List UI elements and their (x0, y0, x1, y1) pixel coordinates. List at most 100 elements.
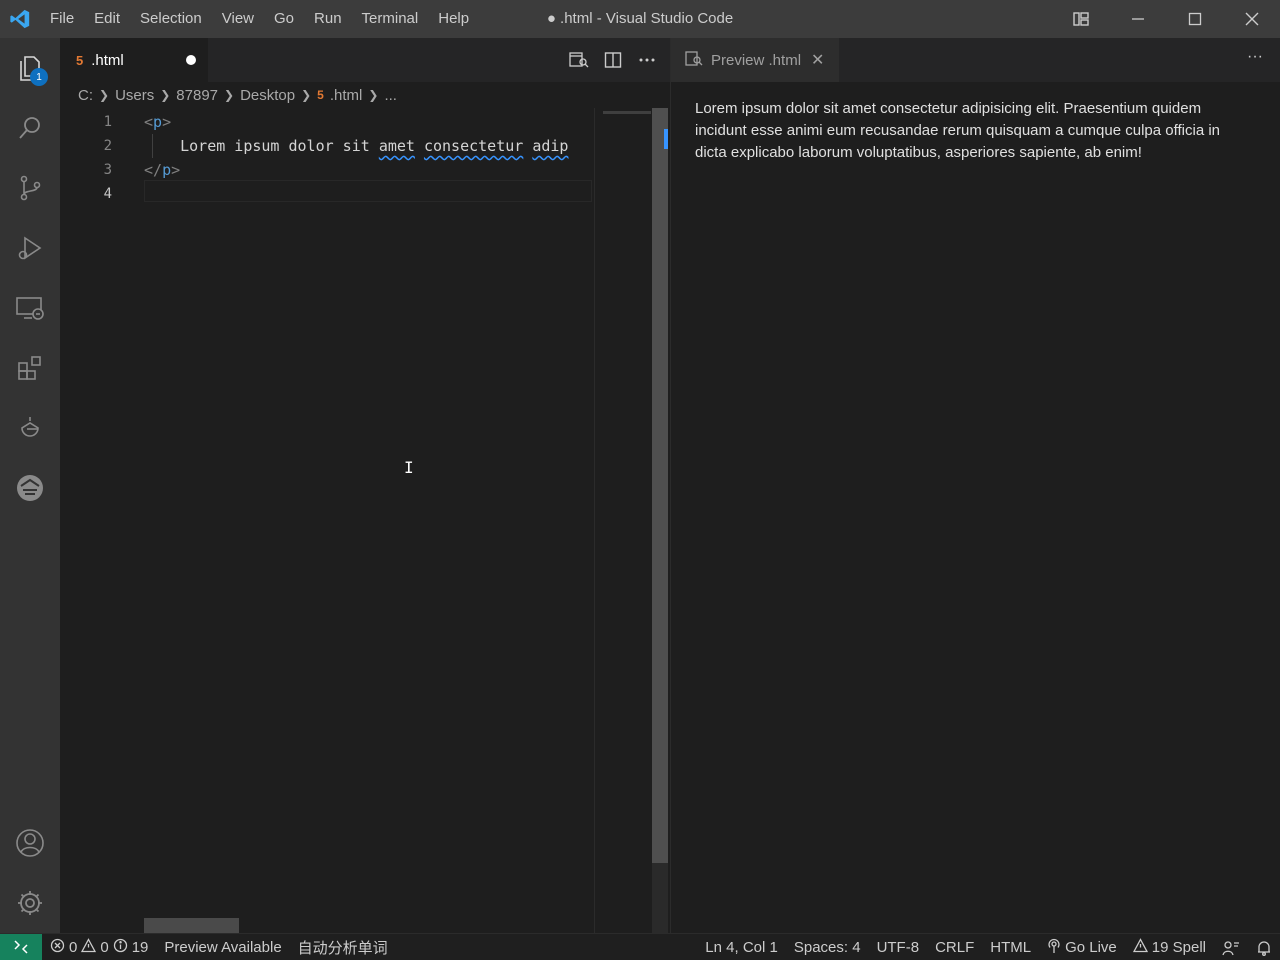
code-text: Lorem ipsum dolor sit (144, 137, 379, 155)
chevron-right-icon: ❯ (160, 88, 171, 102)
tag-bracket: > (162, 113, 172, 131)
overview-ruler-marker (664, 129, 668, 149)
preview-tab-bar: Preview .html ✕ ··· (671, 38, 1280, 82)
close-tab-icon[interactable]: ✕ (811, 50, 824, 70)
vertical-scrollbar[interactable] (652, 108, 668, 933)
feedback-icon[interactable] (1214, 940, 1248, 956)
horizontal-scrollbar-thumb[interactable] (144, 918, 239, 933)
line-number: 2 (103, 138, 112, 154)
breadcrumb-user[interactable]: 87897 (176, 87, 218, 104)
spell-status[interactable]: 19 Spell (1125, 938, 1214, 957)
menu-terminal[interactable]: Terminal (352, 0, 429, 38)
tab-label: .html (91, 51, 124, 69)
menu-selection[interactable]: Selection (130, 0, 212, 38)
search-icon[interactable] (0, 98, 60, 158)
close-icon[interactable] (1223, 0, 1280, 38)
timeline-icon[interactable] (0, 398, 60, 458)
unsaved-dot-icon[interactable] (186, 55, 196, 65)
editor-actions (568, 38, 658, 82)
go-live-label: Go Live (1065, 939, 1117, 956)
editor-group: 5 .html C: ❯ Users ❯ 87897 ❯ Desktop ❯ 5… (60, 38, 670, 933)
tag-bracket: > (171, 161, 181, 179)
breadcrumb-symbols[interactable]: ... (384, 87, 397, 104)
window-controls (1052, 0, 1280, 38)
indentation-status[interactable]: Spaces: 4 (786, 939, 869, 956)
code-editor[interactable]: <p> Lorem ipsum dolor sit amet consectet… (144, 110, 594, 206)
error-icon (50, 938, 65, 957)
cursor-position-status[interactable]: Ln 4, Col 1 (697, 939, 786, 956)
menu-help[interactable]: Help (428, 0, 479, 38)
run-debug-icon[interactable] (0, 218, 60, 278)
spelling-word: adip (532, 137, 569, 155)
tag-name: p (162, 161, 172, 179)
preview-icon (685, 50, 703, 71)
error-count: 0 (69, 938, 78, 956)
language-mode-status[interactable]: HTML (982, 939, 1039, 956)
preview-available-status[interactable]: Preview Available (156, 939, 289, 956)
breadcrumb-users[interactable]: Users (115, 87, 154, 104)
code-line-3[interactable]: </p> (144, 158, 594, 182)
encoding-status[interactable]: UTF-8 (869, 939, 928, 956)
activity-bar: 1 (0, 38, 60, 933)
scrollbar-thumb[interactable] (652, 108, 668, 863)
go-live-status[interactable]: Go Live (1039, 938, 1125, 958)
tag-bracket: </ (144, 161, 163, 179)
accounts-icon[interactable] (0, 813, 60, 873)
tab-preview[interactable]: Preview .html ✕ (671, 38, 839, 82)
tab-html-file[interactable]: 5 .html (60, 38, 208, 82)
breadcrumb-desktop[interactable]: Desktop (240, 87, 295, 104)
split-editor-icon[interactable] (602, 49, 624, 71)
breadcrumb-drive[interactable]: C: (78, 87, 93, 104)
settings-gear-icon[interactable] (0, 873, 60, 933)
remote-explorer-icon[interactable] (0, 278, 60, 338)
preview-group: Preview .html ✕ ··· Lorem ipsum dolor si… (670, 38, 1280, 933)
info-count: 19 (131, 938, 149, 956)
title-bar: File Edit Selection View Go Run Terminal… (0, 0, 1280, 38)
tag-bracket: < (144, 113, 154, 131)
code-line-2[interactable]: Lorem ipsum dolor sit amet consectetur a… (144, 134, 594, 158)
notifications-bell-icon[interactable] (1248, 940, 1280, 956)
preview-tab-label: Preview .html (711, 51, 802, 69)
minimize-icon[interactable] (1109, 0, 1166, 38)
breadcrumb-file[interactable]: .html (330, 87, 363, 104)
eol-status[interactable]: CRLF (927, 939, 982, 956)
menu-go[interactable]: Go (264, 0, 304, 38)
menu-bar: File Edit Selection View Go Run Terminal… (40, 0, 479, 38)
auto-analyze-words-status[interactable]: 自动分析单词 (290, 937, 396, 958)
extensions-icon[interactable] (0, 338, 60, 398)
live-share-icon[interactable] (0, 458, 60, 518)
menu-view[interactable]: View (212, 0, 264, 38)
explorer-icon[interactable]: 1 (0, 38, 60, 98)
line-number-active: 4 (103, 186, 112, 202)
preview-content: Lorem ipsum dolor sit amet consectetur a… (695, 100, 1221, 161)
explorer-badge: 1 (30, 68, 48, 86)
editor-tab-bar: 5 .html (60, 38, 670, 82)
html5-icon: 5 (76, 52, 84, 68)
code-line-4[interactable] (144, 182, 594, 206)
minimap[interactable] (594, 108, 652, 933)
vscode-logo-icon (0, 0, 40, 38)
spelling-word: amet (378, 137, 415, 155)
broadcast-icon (1047, 938, 1061, 958)
menu-run[interactable]: Run (304, 0, 352, 38)
menu-edit[interactable]: Edit (84, 0, 130, 38)
menu-file[interactable]: File (40, 0, 84, 38)
line-number: 3 (103, 162, 112, 178)
maximize-icon[interactable] (1166, 0, 1223, 38)
source-control-icon[interactable] (0, 158, 60, 218)
remote-indicator-icon[interactable] (0, 933, 42, 960)
chevron-right-icon: ❯ (368, 88, 379, 102)
open-preview-icon[interactable] (568, 49, 590, 71)
code-line-1[interactable]: <p> (144, 110, 594, 134)
status-bar: 0 0 19 Preview Available 自动分析单词 Ln 4, Co… (0, 933, 1280, 960)
chevron-right-icon: ❯ (99, 88, 110, 102)
more-actions-icon[interactable]: ··· (1247, 48, 1263, 66)
problems-indicator[interactable]: 0 0 19 (42, 937, 156, 957)
more-actions-icon[interactable] (636, 49, 658, 71)
customize-layout-icon[interactable] (1052, 0, 1109, 38)
minimap-slider (603, 111, 651, 114)
chevron-right-icon: ❯ (301, 88, 312, 102)
warning-icon (1132, 938, 1148, 957)
